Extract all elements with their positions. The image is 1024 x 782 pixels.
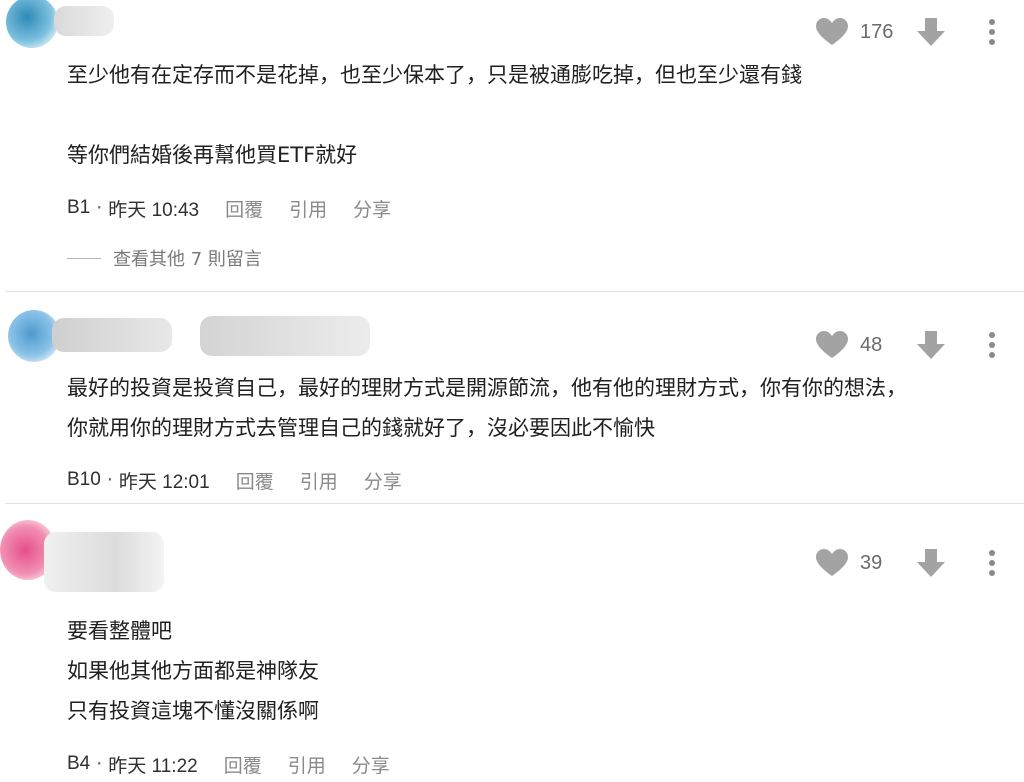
reply-button[interactable]: 回覆: [225, 195, 263, 222]
down-arrow-icon[interactable]: [916, 17, 946, 47]
heart-icon[interactable]: [816, 549, 848, 577]
timestamp: 昨天 12:01: [118, 471, 210, 493]
separator: ·: [96, 197, 103, 219]
divider: [5, 291, 1024, 292]
more-replies-label: 查看其他 7 則留言: [113, 249, 262, 270]
floor-number: B10: [67, 469, 101, 490]
like-count: 48: [860, 333, 883, 356]
comment-text: 要看整體吧 如果他其他方面都是神隊友 只有投資這塊不懂沒關係啊: [67, 619, 319, 723]
separator: ·: [106, 469, 113, 491]
more-vertical-icon[interactable]: [988, 550, 996, 576]
reply-button[interactable]: 回覆: [236, 467, 274, 494]
down-arrow-icon[interactable]: [916, 330, 946, 360]
comment-meta: B1 · 昨天 10:43 回覆 引用 分享: [67, 193, 391, 223]
username-blurred[interactable]: [54, 6, 114, 36]
comment-actions: 176: [816, 17, 996, 47]
like-count: 176: [860, 20, 894, 43]
more-vertical-icon[interactable]: [988, 332, 996, 358]
divider-line: [67, 257, 101, 259]
username-blurred: [200, 316, 370, 356]
quote-button[interactable]: 引用: [289, 195, 327, 222]
divider: [5, 503, 1024, 504]
separator: ·: [96, 753, 103, 775]
share-button[interactable]: 分享: [364, 467, 402, 494]
floor-number: B4: [67, 753, 91, 774]
down-arrow-icon[interactable]: [916, 548, 946, 578]
comment-text: 最好的投資是投資自己，最好的理財方式是開源節流，他有他的理財方式，你有你的想法，…: [67, 376, 907, 440]
floor-number: B1: [67, 197, 91, 218]
heart-icon[interactable]: [816, 18, 848, 46]
heart-icon[interactable]: [816, 331, 848, 359]
share-button[interactable]: 分享: [352, 751, 390, 778]
comment-text: 至少他有在定存而不是花掉，也至少保本了，只是被通膨吃掉，但也至少還有錢 等你們結…: [67, 63, 802, 167]
username-blurred[interactable]: [44, 532, 164, 592]
username-blurred[interactable]: [52, 318, 172, 352]
share-button[interactable]: 分享: [353, 195, 391, 222]
more-vertical-icon[interactable]: [988, 19, 996, 45]
avatar[interactable]: [6, 0, 58, 48]
view-more-replies[interactable]: 查看其他 7 則留言: [67, 245, 262, 271]
like-count: 39: [860, 551, 883, 574]
comment-meta: B4 · 昨天 11:22 回覆 引用 分享: [67, 749, 390, 779]
comment-actions: 48: [816, 330, 996, 360]
timestamp: 昨天 10:43: [108, 199, 200, 221]
comment-actions: 39: [816, 548, 996, 578]
quote-button[interactable]: 引用: [288, 751, 326, 778]
comment-meta: B10 · 昨天 12:01 回覆 引用 分享: [67, 465, 402, 495]
quote-button[interactable]: 引用: [300, 467, 338, 494]
reply-button[interactable]: 回覆: [224, 751, 262, 778]
timestamp: 昨天 11:22: [108, 755, 198, 777]
